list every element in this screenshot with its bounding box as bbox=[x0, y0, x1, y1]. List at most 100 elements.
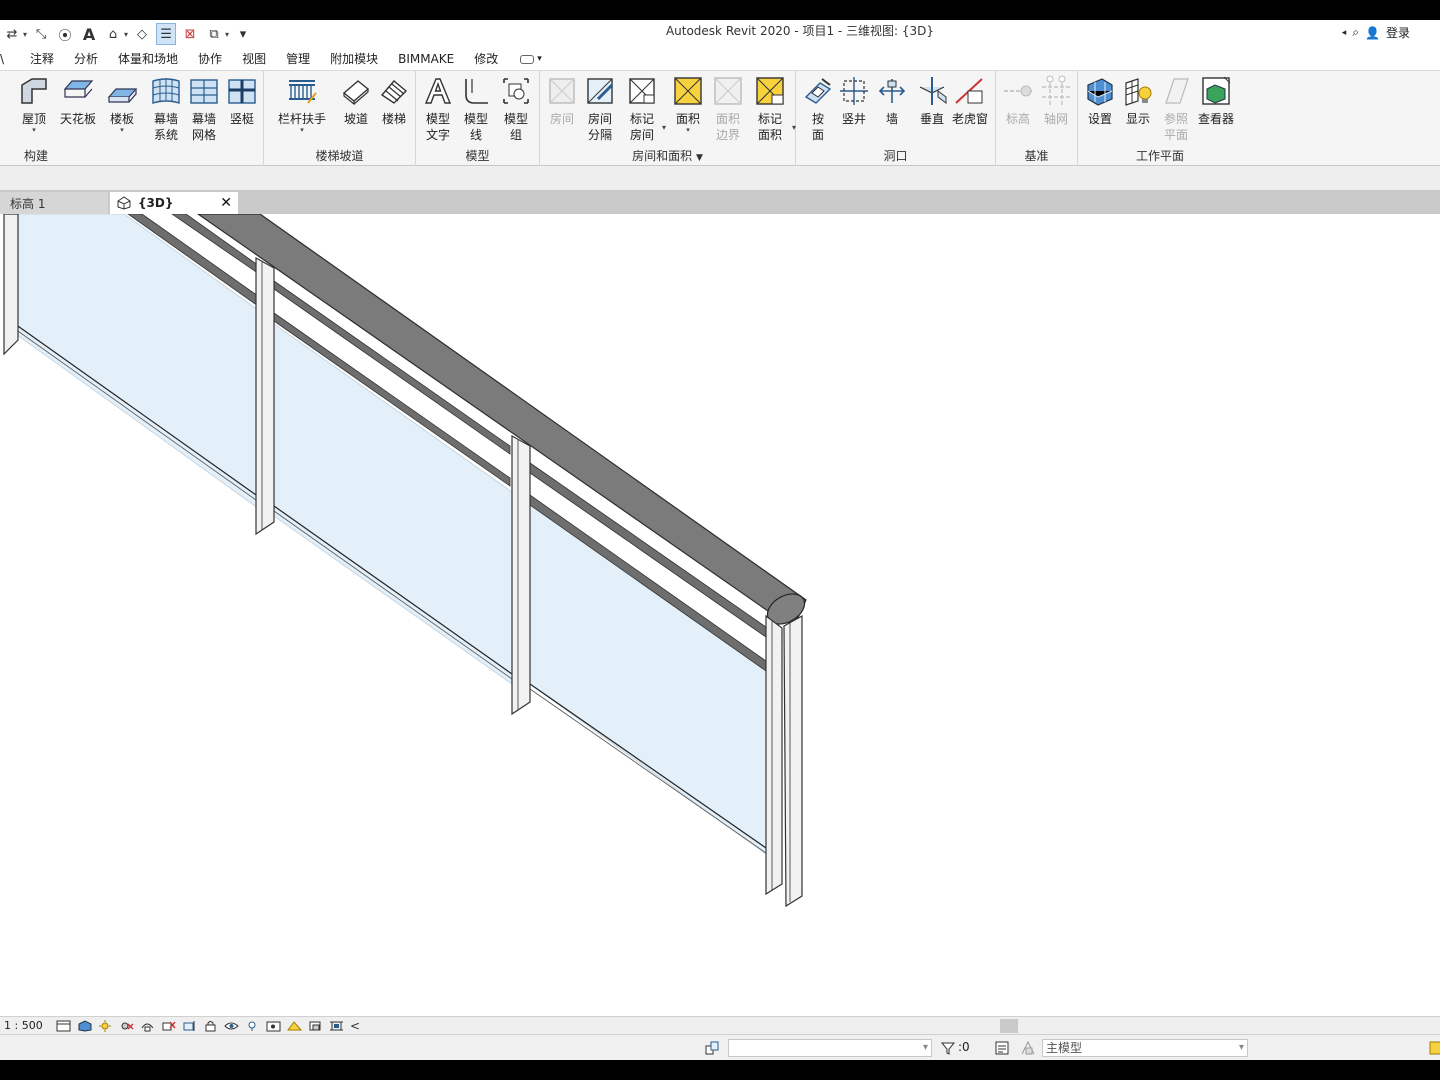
tag-area-button[interactable]: 标记 面积 ▾ bbox=[750, 75, 796, 143]
ribbon-panel: 屋顶 ▾ 天花板 楼板 ▾ 幕墙 系统 幕墙 网格 竖梃 构建 栏杆扶手 ▾ 坡… bbox=[0, 70, 1440, 167]
group-datum: 标高 轴网 基准 bbox=[996, 71, 1078, 167]
dormer-button[interactable]: 老虎窗 bbox=[950, 75, 990, 127]
tab-view[interactable]: 视图 bbox=[232, 48, 276, 70]
detail-level-icon[interactable] bbox=[56, 1020, 71, 1032]
highlight-displacement-icon[interactable] bbox=[308, 1020, 323, 1032]
view-tab-3d[interactable]: {3D} ✕ bbox=[110, 192, 238, 214]
glass-panel[interactable] bbox=[15, 214, 259, 509]
tag-room-button[interactable]: 标记 房间 ▾ bbox=[622, 75, 666, 143]
level-button[interactable]: 标高 bbox=[998, 75, 1038, 127]
shadows-icon[interactable] bbox=[119, 1020, 134, 1032]
post[interactable] bbox=[255, 256, 275, 536]
group-model: 模型 文字 模型 线 模型 组 模型 bbox=[416, 71, 540, 167]
wall-opening-icon bbox=[878, 79, 906, 103]
tab-analyze[interactable]: 分析 bbox=[64, 48, 108, 70]
floor-button[interactable]: 楼板 ▾ bbox=[102, 75, 142, 134]
tab-annotate[interactable]: 注释 bbox=[20, 48, 64, 70]
wall-opening-button[interactable]: 墙 bbox=[872, 75, 912, 127]
sun-path-icon[interactable] bbox=[98, 1019, 113, 1032]
tab-addins[interactable]: 附加模块 bbox=[320, 48, 388, 70]
shaft-icon bbox=[840, 77, 868, 105]
selection-count: :0 bbox=[958, 1040, 970, 1054]
user-icon[interactable]: 👤 bbox=[1365, 26, 1380, 40]
curtain-system-button[interactable]: 幕墙 系统 bbox=[146, 75, 186, 143]
set-workplane-button[interactable]: 设置 bbox=[1080, 75, 1120, 127]
group-room-area: 房间 房间 分隔 标记 房间 ▾ 面积 ▾ 面积 边界 标记 面积 ▾ 房间和面… bbox=[540, 71, 796, 167]
chevron-down-icon: ▾ bbox=[537, 54, 542, 64]
chevron-down-icon: ▾ bbox=[686, 126, 690, 134]
model-group-button[interactable]: 模型 组 bbox=[496, 75, 536, 143]
chevron-down-icon: ▼ bbox=[695, 153, 703, 163]
worksets-icon[interactable] bbox=[704, 1040, 720, 1056]
ref-plane-button[interactable]: 参照 平面 bbox=[1156, 75, 1196, 143]
chevron-down-icon: ▾ bbox=[120, 126, 124, 134]
tab-overflow[interactable]: \ bbox=[0, 48, 20, 70]
group-opening: 按 面 竖井 墙 垂直 老虎窗 洞口 bbox=[796, 71, 996, 167]
viewer-button[interactable]: 查看器 bbox=[1196, 75, 1236, 127]
group-label-room-area[interactable]: 房间和面积 ▼ bbox=[540, 147, 795, 164]
model-line-button[interactable]: 模型 线 bbox=[456, 75, 496, 143]
roof-button[interactable]: 屋顶 ▾ bbox=[14, 75, 54, 134]
curtain-grid-button[interactable]: 幕墙 网格 bbox=[184, 75, 224, 143]
horizontal-scrollbar-thumb[interactable] bbox=[1000, 1019, 1018, 1033]
design-option-dropdown[interactable]: 主模型 ▾ bbox=[1042, 1039, 1248, 1057]
chevron-left-icon[interactable]: ◂ bbox=[1342, 28, 1347, 38]
railing-3d-model[interactable] bbox=[0, 214, 1440, 1018]
post[interactable] bbox=[765, 614, 783, 896]
chevron-left-icon[interactable]: < bbox=[350, 1019, 360, 1033]
show-workplane-button[interactable]: 显示 bbox=[1118, 75, 1158, 127]
tab-massing-site[interactable]: 体量和场地 bbox=[108, 48, 188, 70]
view-control-bar: 1 : 500 < bbox=[0, 1016, 1440, 1034]
ceiling-button[interactable]: 天花板 bbox=[58, 75, 98, 127]
lock-3d-view-icon[interactable] bbox=[203, 1020, 218, 1032]
tab-modify[interactable]: 修改 bbox=[464, 48, 508, 70]
design-options-icon[interactable] bbox=[1020, 1040, 1036, 1056]
by-face-button[interactable]: 按 面 bbox=[798, 75, 838, 143]
analytical-model-icon[interactable] bbox=[287, 1020, 302, 1032]
stair-button[interactable]: 楼梯 bbox=[374, 75, 414, 127]
select-links-icon[interactable] bbox=[1428, 1040, 1440, 1056]
temporary-hide-icon[interactable] bbox=[224, 1020, 239, 1032]
post[interactable] bbox=[783, 614, 803, 908]
crop-view-icon[interactable] bbox=[161, 1020, 176, 1032]
workset-dropdown[interactable]: ▾ bbox=[728, 1039, 932, 1057]
room-separator-button[interactable]: 房间 分隔 bbox=[580, 75, 620, 143]
post[interactable] bbox=[3, 214, 19, 356]
filter-icon[interactable] bbox=[940, 1040, 956, 1056]
mullion-button[interactable]: 竖梃 bbox=[222, 75, 262, 127]
set-workplane-icon bbox=[1087, 78, 1113, 106]
close-icon[interactable]: ✕ bbox=[220, 195, 232, 211]
ramp-button[interactable]: 坡道 bbox=[336, 75, 376, 127]
post[interactable] bbox=[511, 434, 531, 716]
reveal-constraints-icon[interactable] bbox=[329, 1020, 344, 1032]
room-button[interactable]: 房间 bbox=[542, 75, 582, 127]
tab-collaborate[interactable]: 协作 bbox=[188, 48, 232, 70]
area-boundary-button[interactable]: 面积 边界 bbox=[708, 75, 748, 143]
binoculars-icon[interactable]: ⌕ bbox=[1352, 25, 1359, 40]
reveal-hidden-icon[interactable] bbox=[245, 1020, 260, 1032]
model-text-button[interactable]: 模型 文字 bbox=[418, 75, 458, 143]
view-scale[interactable]: 1 : 500 bbox=[0, 1019, 56, 1032]
grid-button[interactable]: 轴网 bbox=[1036, 75, 1076, 127]
tab-bimmake[interactable]: BIMMAKE bbox=[388, 48, 464, 70]
signin-link[interactable]: 登录 bbox=[1386, 24, 1410, 41]
temporary-view-properties-icon[interactable] bbox=[266, 1020, 281, 1032]
3d-view-canvas[interactable] bbox=[0, 214, 1440, 1018]
level-icon bbox=[1004, 85, 1032, 97]
view-tab-level-1[interactable]: ) 标高 1 bbox=[0, 192, 108, 214]
editable-only-icon[interactable] bbox=[994, 1040, 1010, 1056]
area-button[interactable]: 面积 ▾ bbox=[668, 75, 708, 134]
tab-manage[interactable]: 管理 bbox=[276, 48, 320, 70]
tag-area-icon bbox=[756, 77, 784, 105]
ramp-icon bbox=[342, 80, 370, 106]
title-bar: ⇄ ▾ ⤡ ⦿ A ⌂ ▾ ◇ ☰ ⊠ ⧉ ▾ ▾ Autodesk Revit 20… bbox=[0, 20, 1440, 48]
ribbon-minimize-toggle[interactable]: ▾ bbox=[520, 54, 542, 64]
visual-style-icon[interactable] bbox=[77, 1019, 92, 1032]
viewer-icon bbox=[1202, 76, 1231, 105]
vertical-button[interactable]: 垂直 bbox=[912, 75, 952, 127]
rendering-icon[interactable] bbox=[140, 1020, 155, 1032]
railing-button[interactable]: 栏杆扶手 ▾ bbox=[278, 75, 326, 134]
model-group-icon bbox=[503, 78, 529, 104]
crop-region-icon[interactable] bbox=[182, 1020, 197, 1032]
shaft-button[interactable]: 竖井 bbox=[834, 75, 874, 127]
